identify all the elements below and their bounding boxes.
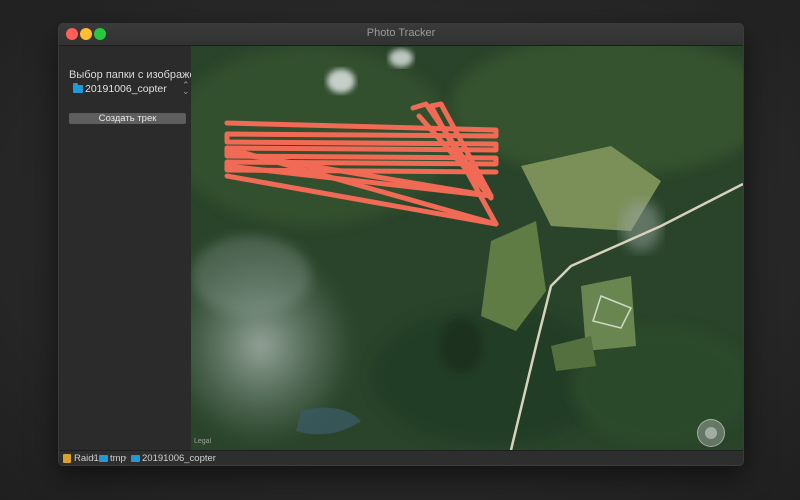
folder-select-popup[interactable]: 20191006_copter ⌃ ⌄	[69, 80, 190, 98]
selected-folder-name: 20191006_copter	[85, 83, 167, 95]
path-separator: ›	[124, 452, 127, 462]
folder-icon	[73, 83, 83, 93]
satellite-map	[191, 46, 743, 450]
path-separator: ›	[92, 452, 95, 462]
title-bar: Photo Tracker	[59, 24, 743, 46]
chevron-updown-icon: ⌃ ⌄	[182, 80, 190, 96]
legal-link[interactable]: Legal	[194, 438, 211, 445]
folder-icon	[131, 455, 140, 462]
app-window: Photo Tracker Выбор папки с изображениям…	[58, 23, 744, 466]
map-view[interactable]: Legal − +	[191, 46, 743, 450]
create-track-button[interactable]: Создать трек	[69, 113, 186, 124]
compass-control[interactable]	[697, 419, 725, 447]
path-bar: Raid1 › tmp › 20191006_copter	[59, 450, 743, 465]
compass-icon	[705, 427, 717, 439]
window-title: Photo Tracker	[366, 27, 436, 39]
folder-icon	[99, 455, 108, 462]
sidebar: Выбор папки с изображениями 20191006_cop…	[59, 46, 228, 450]
drive-icon	[63, 454, 71, 463]
